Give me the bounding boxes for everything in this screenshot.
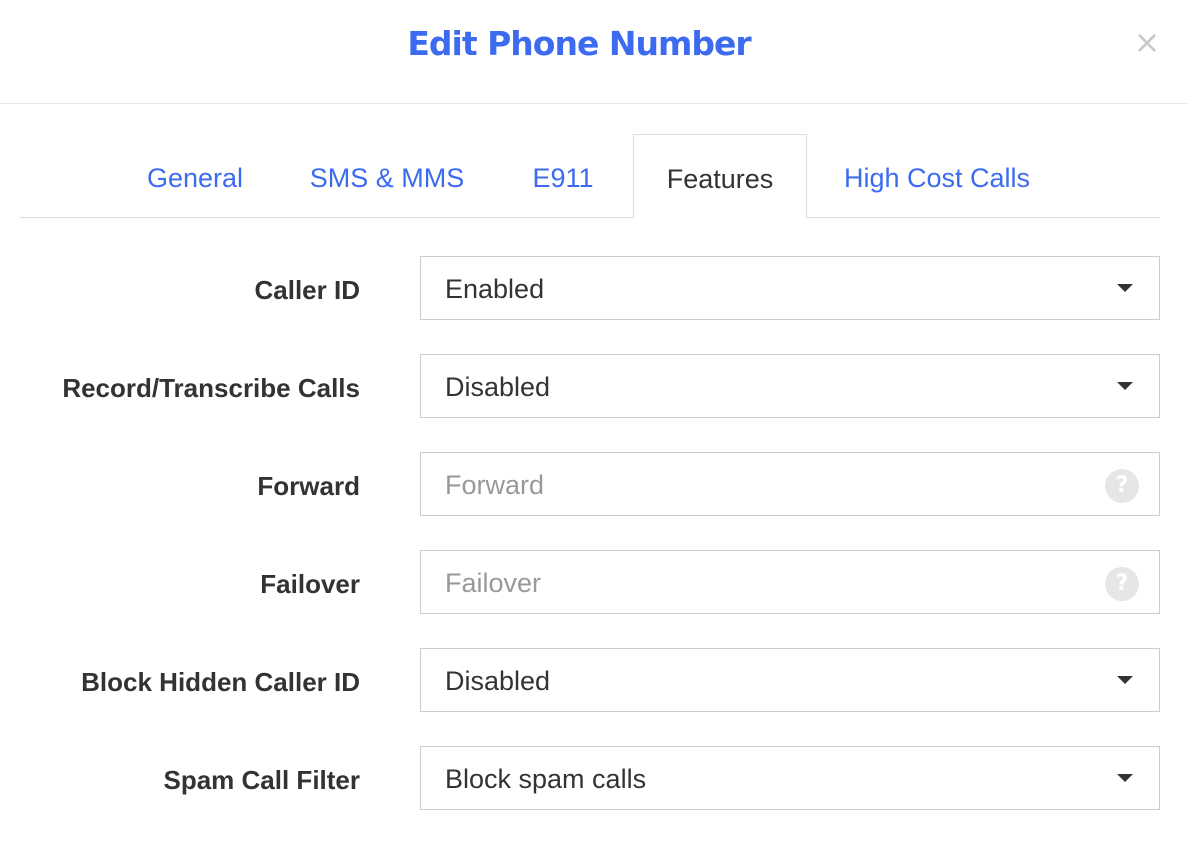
close-icon[interactable]: × [1132, 24, 1162, 60]
tab-e911[interactable]: E911 [512, 134, 614, 218]
caller-id-row: Caller ID Enabled [0, 256, 1188, 320]
tab-bar: General SMS & MMS E911 Features High Cos… [20, 134, 1160, 219]
record-transcribe-label: Record/Transcribe Calls [62, 373, 360, 403]
failover-row: Failover Failover ? [0, 550, 1188, 614]
forward-label: Forward [257, 471, 360, 501]
help-icon[interactable]: ? [1105, 469, 1139, 503]
tab-sms-mms[interactable]: SMS & MMS [294, 134, 480, 218]
caret-down-icon [1117, 676, 1133, 684]
caller-id-select[interactable]: Enabled [420, 256, 1160, 320]
caret-down-icon [1117, 382, 1133, 390]
block-hidden-label: Block Hidden Caller ID [81, 667, 360, 697]
spam-filter-label: Spam Call Filter [163, 765, 361, 795]
failover-label: Failover [260, 569, 360, 599]
record-transcribe-select[interactable]: Disabled [420, 354, 1160, 418]
failover-placeholder: Failover [445, 568, 542, 598]
failover-input[interactable]: Failover ? [420, 550, 1160, 614]
caller-id-value: Enabled [445, 274, 545, 304]
record-transcribe-value: Disabled [445, 372, 551, 402]
block-hidden-row: Block Hidden Caller ID Disabled [0, 648, 1188, 712]
modal-title: Edit Phone Number [407, 24, 751, 63]
caller-id-label: Caller ID [254, 275, 361, 305]
tab-features[interactable]: Features [633, 134, 807, 219]
caret-down-icon [1117, 774, 1133, 782]
modal-header: Edit Phone Number × [0, 0, 1188, 104]
spam-filter-row: Spam Call Filter Block spam calls [0, 746, 1188, 810]
forward-placeholder: Forward [445, 470, 545, 500]
edit-phone-number-modal: Edit Phone Number × General SMS & MMS E9… [0, 0, 1188, 860]
tab-high-cost-calls[interactable]: High Cost Calls [826, 134, 1048, 218]
forward-input[interactable]: Forward ? [420, 452, 1160, 516]
tab-general[interactable]: General [128, 134, 262, 218]
forward-row: Forward Forward ? [0, 452, 1188, 516]
spam-filter-select[interactable]: Block spam calls [420, 746, 1160, 810]
caret-down-icon [1117, 284, 1133, 292]
record-transcribe-row: Record/Transcribe Calls Disabled [0, 354, 1188, 418]
block-hidden-value: Disabled [445, 666, 551, 696]
help-icon[interactable]: ? [1105, 567, 1139, 601]
block-hidden-select[interactable]: Disabled [420, 648, 1160, 712]
spam-filter-value: Block spam calls [445, 764, 647, 794]
